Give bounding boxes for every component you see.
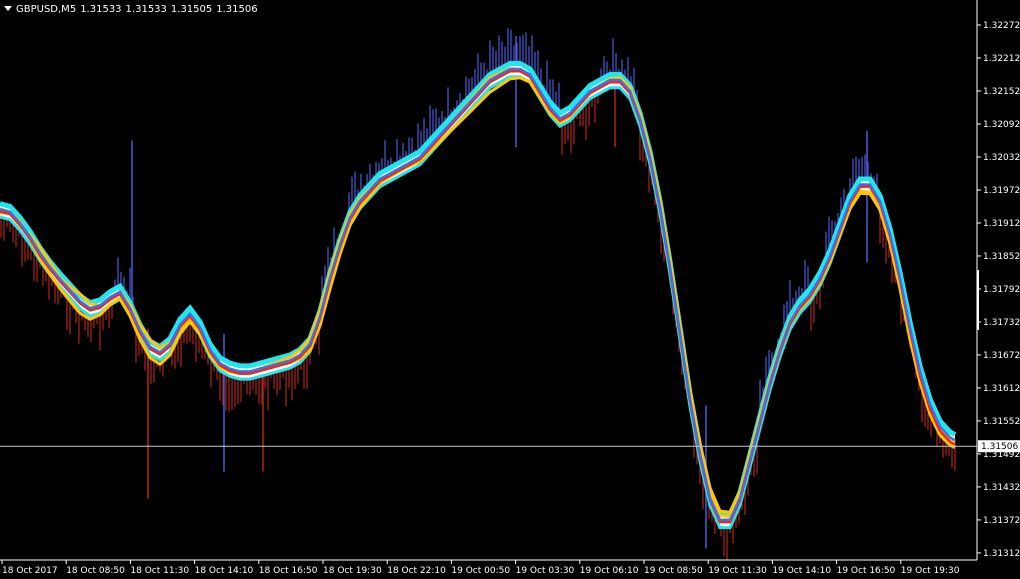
x-tick-label: 19 Oct 19:30 [901,566,960,576]
dropdown-triangle-icon[interactable] [4,6,12,11]
y-tick-label: 1.31612 [983,384,1020,394]
x-tick-label: 19 Oct 03:30 [516,566,575,576]
y-tick-label: 1.31312 [983,549,1020,559]
y-tick-label: 1.32152 [983,87,1020,97]
close-value: 1.31506 [216,4,258,15]
chart-header: GBPUSD,M5 1.31533 1.31533 1.31505 1.31506 [4,3,262,17]
symbol-label: GBPUSD,M5 [16,4,77,15]
x-tick-label: 18 Oct 08:50 [66,566,125,576]
y-tick-label: 1.31672 [983,351,1020,361]
x-tick-label: 18 Oct 16:50 [259,566,318,576]
price-chart[interactable]: 1.31506 1.322721.322121.321521.320921.32… [0,0,1020,579]
x-tick-label: 18 Oct 19:30 [323,566,382,576]
band-lower-edge [0,75,956,530]
axis-layer: 1.32272 1.32212 1.32152 1.32092 1.32032 1.319… [0,0,1020,576]
high-value: 1.31533 [125,4,167,15]
x-tick-label: 18 Oct 14:10 [195,566,254,576]
y-tick-label: 1.31792 [983,285,1020,295]
x-tick-label: 19 Oct 06:10 [580,566,639,576]
x-tick-label: 19 Oct 14:10 [772,566,831,576]
x-tick-label: 19 Oct 00:50 [451,566,510,576]
y-tick-label: 1.32032 [983,153,1020,163]
x-tick-label: 18 Oct 11:30 [130,566,189,576]
y-tick-label: 1.32272 [983,21,1020,31]
y-tick-label: 1.31492 [983,450,1020,460]
y-tick-label: 1.32212 [983,54,1020,64]
y-tick-label: 1.31972 [983,186,1020,196]
current-price-layer: 1.31506 [0,440,1020,453]
x-tick-label: 19 Oct 11:30 [708,566,767,576]
x-tick-label: 19 Oct 16:50 [837,566,896,576]
x-tick-label: 18 Oct 2017 [2,566,58,576]
y-tick-label: 1.31552 [983,417,1020,427]
ma-layer [0,66,956,524]
band-upper-edge [0,60,957,517]
y-tick-label: 1.31732 [983,318,1020,328]
y-tick-label: 1.32092 [983,120,1020,130]
x-tick-label: 18 Oct 22:10 [387,566,446,576]
y-tick-label: 1.31432 [983,483,1020,493]
y-tick-label: 1.31372 [983,516,1020,526]
low-value: 1.31505 [170,4,213,15]
y-tick-label: 1.31912 [983,219,1020,229]
open-value: 1.31533 [80,4,122,15]
y-tick-label: 1.31852 [983,252,1020,262]
x-tick-label: 19 Oct 08:50 [644,566,703,576]
